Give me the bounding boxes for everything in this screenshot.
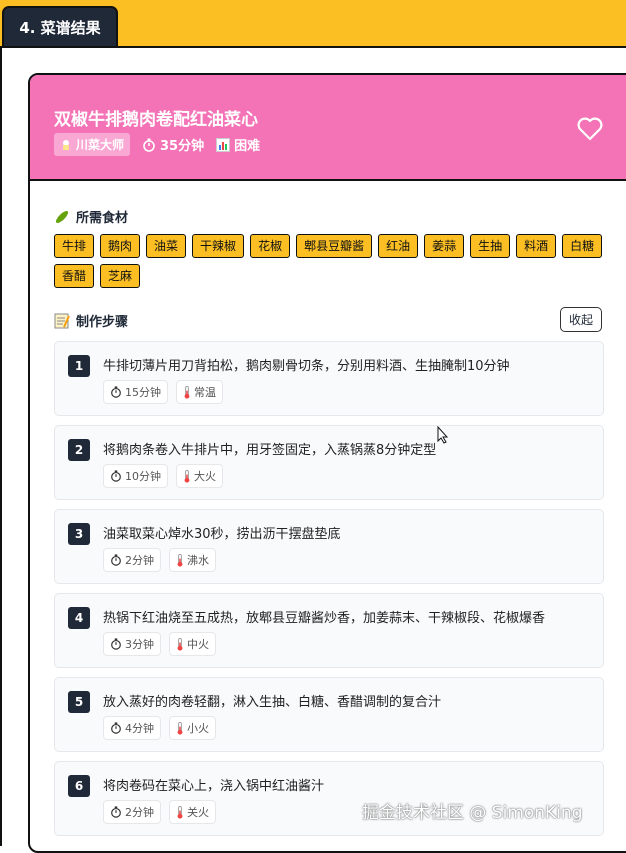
cook-time: 35分钟 (142, 135, 204, 154)
ingredient-tag: 红油 (378, 234, 419, 258)
thermometer-icon (176, 721, 184, 735)
stopwatch-icon (110, 554, 122, 566)
recipe-card: 双椒牛排鹅肉卷配红油菜心 川菜大师 35分钟 困难 所需食材 牛排 鹅肉 油菜 … (28, 73, 626, 853)
chef-label: 川菜大师 (76, 138, 125, 152)
step-heat: 大火 (194, 470, 216, 483)
step-text: 牛排切薄片用刀背拍松，鹅肉剔骨切条，分别用料酒、生抽腌制10分钟 (103, 359, 510, 374)
stopwatch-icon (110, 638, 122, 650)
mouse-cursor-icon (437, 425, 449, 444)
stopwatch-icon (110, 386, 122, 398)
step-heat-chip: 中火 (169, 632, 216, 656)
memo-icon (54, 313, 70, 329)
step-number: 4 (68, 607, 90, 629)
step-time-chip: 3分钟 (103, 632, 161, 656)
step-heat-chip: 大火 (176, 464, 223, 488)
step-time: 2分钟 (125, 806, 154, 819)
step-heat-chip: 关火 (169, 800, 216, 824)
step-chips: 15分钟 常温 (103, 380, 223, 404)
ingredient-tag: 料酒 (516, 234, 557, 258)
step-item: 2 将鹅肉条卷入牛排片中，用牙签固定，入蒸锅蒸8分钟定型 10分钟 大火 (54, 425, 604, 500)
ingredient-tag: 姜蒜 (424, 234, 465, 258)
step-heat: 小火 (187, 722, 209, 735)
thermometer-icon (176, 553, 184, 567)
step-heat: 关火 (187, 806, 209, 819)
stopwatch-icon (142, 138, 156, 152)
ingredient-tag: 油菜 (146, 234, 187, 258)
heart-icon[interactable] (577, 117, 603, 141)
ingredient-tag: 芝麻 (100, 264, 141, 288)
ingredient-tag: 郫县豆瓣酱 (296, 234, 373, 258)
step-chips: 2分钟 沸水 (103, 548, 216, 572)
thermometer-icon (183, 469, 191, 483)
ingredient-tag: 牛排 (54, 234, 95, 258)
recipe-header: 双椒牛排鹅肉卷配红油菜心 川菜大师 35分钟 困难 (30, 75, 626, 181)
step-chips: 3分钟 中火 (103, 632, 216, 656)
step-text: 热锅下红油烧至五成热，放郫县豆瓣酱炒香，加姜蒜末、干辣椒段、花椒爆香 (103, 611, 546, 626)
bar-chart-icon (216, 137, 231, 152)
ingredient-tag: 白糖 (562, 234, 603, 258)
chef-badge: 川菜大师 (54, 133, 131, 156)
tab-recipe-result[interactable]: 4. 菜谱结果 (2, 6, 118, 46)
step-heat: 沸水 (187, 554, 209, 567)
cook-time-label: 35分钟 (160, 139, 205, 154)
step-time-chip: 10分钟 (103, 464, 168, 488)
recipe-meta: 川菜大师 35分钟 困难 (54, 133, 260, 156)
watermark: 掘金技术社区 @ SimonKing (362, 803, 583, 823)
stopwatch-icon (110, 806, 122, 818)
ingredient-tag: 花椒 (250, 234, 291, 258)
step-number: 5 (68, 691, 90, 713)
step-time: 3分钟 (125, 638, 154, 651)
step-text: 将鹅肉条卷入牛排片中，用牙签固定，入蒸锅蒸8分钟定型 (103, 443, 437, 458)
steps-title: 制作步骤 (76, 315, 129, 330)
step-time-chip: 4分钟 (103, 716, 161, 740)
difficulty: 困难 (216, 135, 260, 154)
thermometer-icon (183, 385, 191, 399)
ingredients-heading: 所需食材 (54, 207, 128, 226)
step-number: 6 (68, 775, 90, 797)
step-time: 2分钟 (125, 554, 154, 567)
step-time: 4分钟 (125, 722, 154, 735)
ingredient-tag: 香醋 (54, 264, 95, 288)
step-time: 15分钟 (125, 386, 161, 399)
thermometer-icon (176, 637, 184, 651)
step-number: 1 (68, 355, 90, 377)
ingredient-tag: 生抽 (470, 234, 511, 258)
step-heat-chip: 沸水 (169, 548, 216, 572)
step-number: 2 (68, 439, 90, 461)
step-text: 放入蒸好的肉卷轻翻，淋入生抽、白糖、香醋调制的复合汁 (103, 695, 442, 710)
step-item: 3 油菜取菜心焯水30秒，捞出沥干摆盘垫底 2分钟 沸水 (54, 509, 604, 584)
step-time-chip: 15分钟 (103, 380, 168, 404)
thermometer-icon (176, 805, 184, 819)
step-list: 1 牛排切薄片用刀背拍松，鹅肉剔骨切条，分别用料酒、生抽腌制10分钟 15分钟 常温 2… (54, 341, 604, 845)
step-chips: 2分钟 关火 (103, 800, 216, 824)
step-item: 4 热锅下红油烧至五成热，放郫县豆瓣酱炒香，加姜蒜末、干辣椒段、花椒爆香 3分钟 中火 (54, 593, 604, 668)
step-text: 将肉卷码在菜心上，浇入锅中红油酱汁 (103, 779, 325, 794)
collapse-button[interactable]: 收起 (560, 307, 602, 332)
step-text: 油菜取菜心焯水30秒，捞出沥干摆盘垫底 (103, 527, 341, 542)
ingredient-tag: 鹅肉 (100, 234, 141, 258)
stopwatch-icon (110, 470, 122, 482)
step-heat-chip: 常温 (176, 380, 223, 404)
step-item: 1 牛排切薄片用刀背拍松，鹅肉剔骨切条，分别用料酒、生抽腌制10分钟 15分钟 常温 (54, 341, 604, 416)
stopwatch-icon (110, 722, 122, 734)
step-time: 10分钟 (125, 470, 161, 483)
steps-heading: 制作步骤 (54, 311, 128, 330)
ingredient-tag: 干辣椒 (192, 234, 245, 258)
difficulty-label: 困难 (234, 139, 261, 154)
recipe-title: 双椒牛排鹅肉卷配红油菜心 (54, 110, 258, 130)
step-item: 5 放入蒸好的肉卷轻翻，淋入生抽、白糖、香醋调制的复合汁 4分钟 小火 (54, 677, 604, 752)
ingredient-list: 牛排 鹅肉 油菜 干辣椒 花椒 郫县豆瓣酱 红油 姜蒜 生抽 料酒 白糖香醋 芝麻 (54, 234, 604, 288)
step-chips: 4分钟 小火 (103, 716, 216, 740)
cucumber-icon (54, 209, 70, 225)
step-time-chip: 2分钟 (103, 548, 161, 572)
chef-icon (60, 139, 72, 151)
ingredients-title: 所需食材 (76, 211, 129, 226)
step-time-chip: 2分钟 (103, 800, 161, 824)
step-heat-chip: 小火 (169, 716, 216, 740)
step-heat: 中火 (187, 638, 209, 651)
step-chips: 10分钟 大火 (103, 464, 223, 488)
step-heat: 常温 (194, 386, 216, 399)
step-number: 3 (68, 523, 90, 545)
